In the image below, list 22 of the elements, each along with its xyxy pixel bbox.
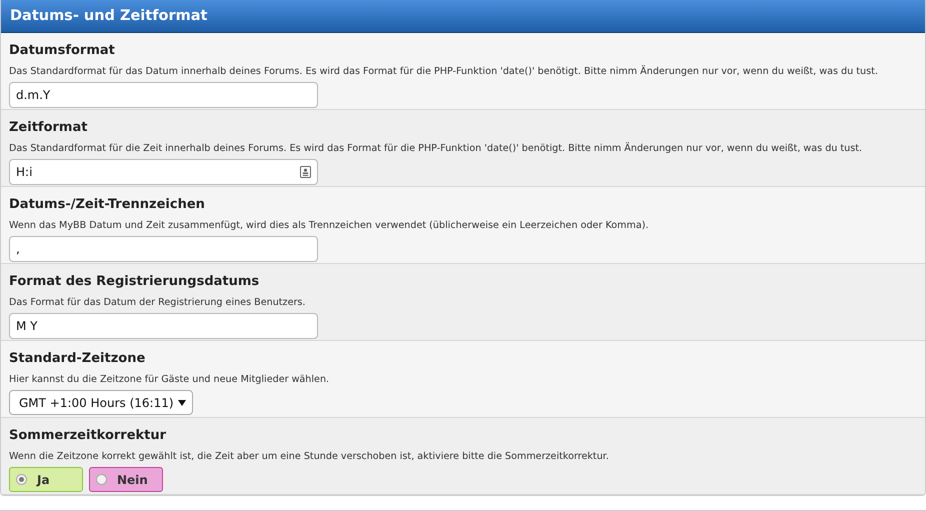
text-field[interactable]: H:i	[9, 159, 318, 185]
contact-card-icon[interactable]	[300, 166, 311, 178]
setting-description: Wenn die Zeitzone korrekt gewählt ist, die Zeit aber um eine Stunde verschoben ist, aktiviere bitte die Sommerzeitkorrektur.	[9, 451, 609, 463]
radio-option[interactable]: Nein	[89, 467, 163, 492]
setting-label: Datumsformat	[9, 43, 115, 59]
text-field[interactable]: d.m.Y	[9, 82, 318, 108]
panel-title: Datums- und Zeitformat	[10, 8, 208, 24]
setting-label: Zeitformat	[9, 120, 88, 136]
timezone-dropdown[interactable]: GMT +1:00 Hours (16:11)	[9, 390, 193, 415]
caret-icon	[178, 400, 186, 406]
text-field[interactable]: ,	[9, 236, 318, 262]
setting-description: Wenn das MyBB Datum und Zeit zusammenfügt, wird dies als Trennzeichen verwendet (üblicherweise ein Leerzeichen oder Komma).	[9, 220, 648, 232]
setting-description: Hier kannst du die Zeitzone für Gäste und neue Mitglieder wählen.	[9, 374, 330, 386]
text-field[interactable]: M Y	[9, 313, 318, 339]
setting-description: Das Standardformat für das Datum innerhalb deines Forums. Es wird das Format für die PHP-Funktion 'date()' benötigt. Bitte nimm Änderungen nur vor, wenn du weißt, was du tust.	[9, 66, 878, 78]
setting-label: Standard-Zeitzone	[9, 351, 146, 367]
setting-label: Datums-/Zeit-Trennzeichen	[9, 197, 205, 213]
setting-description: Das Format für das Datum der Registrierung eines Benutzers.	[9, 297, 306, 309]
radio-option[interactable]: Ja	[9, 467, 83, 492]
setting-label: Sommerzeitkorrektur	[9, 428, 166, 444]
setting-description: Das Standardformat für die Zeit innerhalb deines Forums. Es wird das Format für die PHP-Funktion 'date()' benötigt. Bitte nimm Änderungen nur vor, wenn du weißt, was du tust.	[9, 143, 862, 155]
setting-label: Format des Registrierungsdatums	[9, 274, 260, 290]
